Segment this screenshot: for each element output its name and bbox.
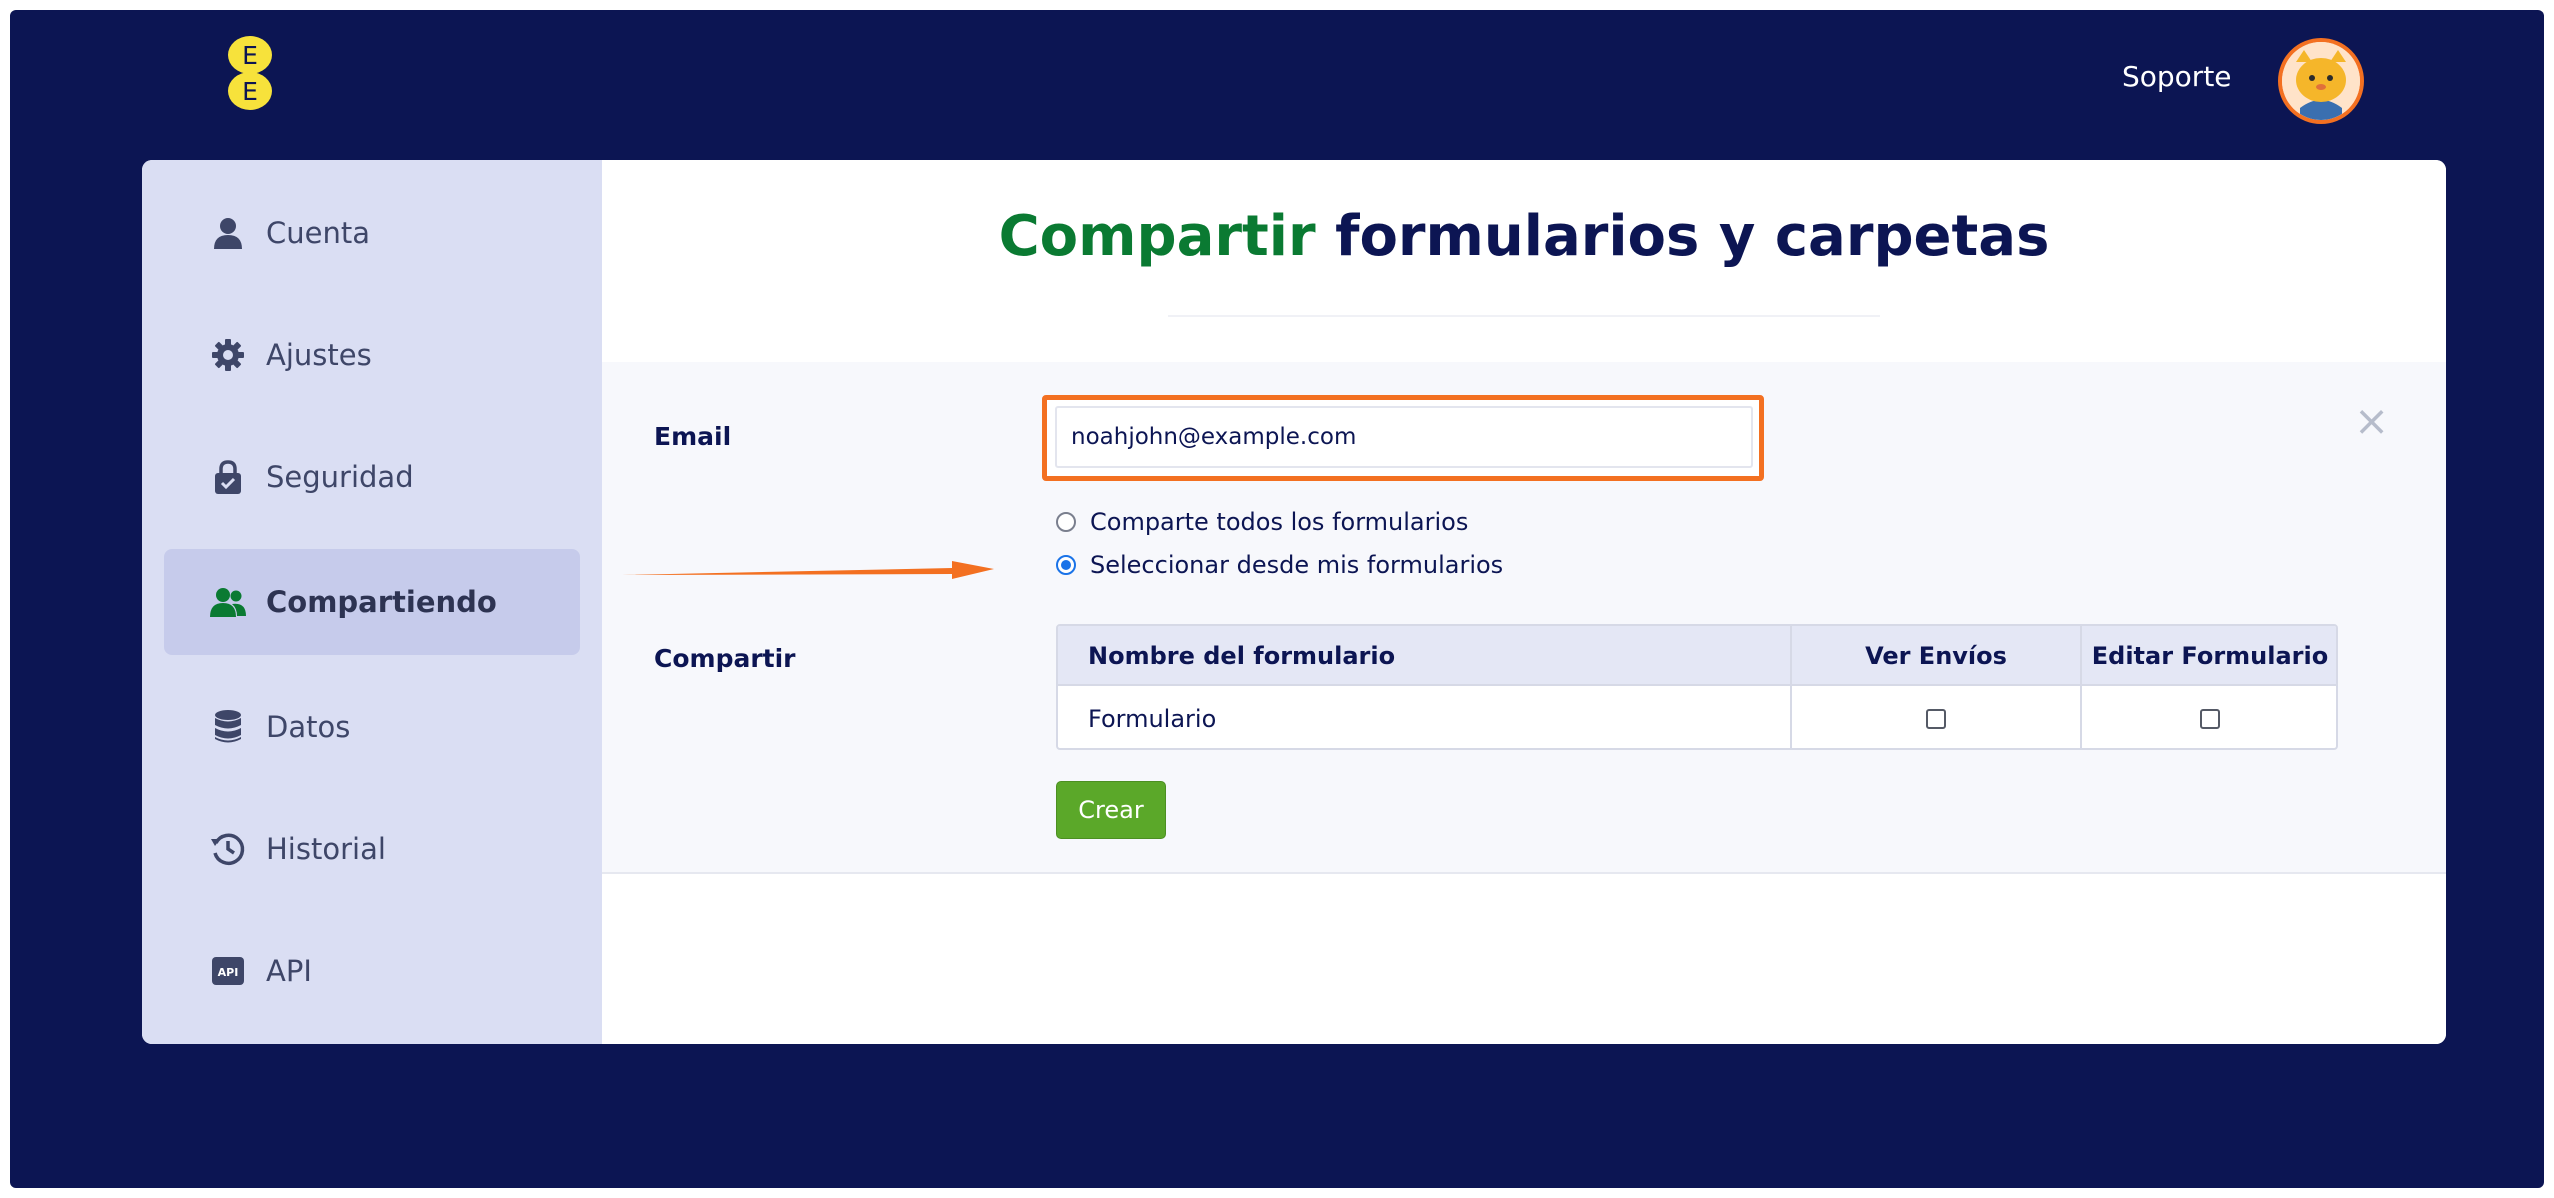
sidebar-item-label: Historial — [266, 832, 386, 866]
support-link[interactable]: Soporte — [2122, 60, 2232, 93]
sidebar-item-label: Compartiendo — [266, 585, 497, 619]
view-submissions-checkbox[interactable] — [1926, 709, 1946, 729]
sidebar-item-label: API — [266, 954, 312, 988]
sidebar-item-ajustes[interactable]: Ajustes — [164, 302, 580, 408]
edit-form-checkbox[interactable] — [2200, 709, 2220, 729]
cat-avatar-icon — [2282, 42, 2360, 120]
sidebar-item-label: Ajustes — [266, 338, 372, 372]
sidebar-item-label: Cuenta — [266, 216, 370, 250]
email-field[interactable] — [1055, 406, 1753, 468]
share-label: Compartir — [654, 644, 796, 673]
user-icon — [210, 215, 246, 251]
radio-share-all[interactable]: Comparte todos los formularios — [1056, 508, 1468, 536]
forms-table: Nombre del formulario Ver Envíos Editar … — [1056, 624, 2338, 750]
gear-icon — [210, 337, 246, 373]
view-submissions-cell — [1792, 688, 2080, 748]
column-header-view-submissions: Ver Envíos — [1865, 642, 2007, 670]
app-background: E E Soporte Cuenta Ajustes Seguridad Com… — [10, 10, 2544, 1188]
radio-button-select-forms[interactable] — [1056, 555, 1076, 575]
table-header-row: Nombre del formulario Ver Envíos Editar … — [1058, 626, 2336, 686]
users-icon — [210, 584, 246, 620]
email-highlight-box — [1042, 395, 1764, 481]
sidebar-item-datos[interactable]: Datos — [164, 674, 580, 780]
email-label: Email — [654, 422, 732, 451]
share-form: Email × Comparte todos los formularios S… — [602, 362, 2446, 874]
svg-text:API: API — [218, 966, 239, 979]
logo-letter-top: E — [228, 36, 272, 74]
sidebar-item-api[interactable]: API API — [164, 918, 580, 1024]
sidebar-item-label: Seguridad — [266, 460, 414, 494]
column-header-form-name: Nombre del formulario — [1088, 642, 1396, 670]
page-title-rest: formularios y carpetas — [1315, 204, 2050, 269]
ee-logo[interactable]: E E — [228, 36, 272, 110]
radio-select-forms[interactable]: Seleccionar desde mis formularios — [1056, 551, 1503, 579]
sidebar-item-label: Datos — [266, 710, 351, 744]
orange-arrow-icon — [622, 561, 994, 579]
api-icon: API — [210, 953, 246, 989]
sidebar-item-compartiendo[interactable]: Compartiendo — [164, 549, 580, 655]
database-icon — [210, 709, 246, 745]
lock-icon — [210, 459, 246, 495]
settings-card: Cuenta Ajustes Seguridad Compartiendo Da… — [142, 160, 2446, 1044]
main-content: Compartir formularios y carpetas Email ×… — [602, 160, 2446, 1044]
radio-label: Seleccionar desde mis formularios — [1090, 551, 1504, 579]
form-name-cell: Formulario — [1088, 705, 1217, 733]
page-title-accent: Compartir — [998, 204, 1316, 269]
column-header-edit-form: Editar Formulario — [2091, 642, 2329, 670]
close-icon[interactable]: × — [2354, 400, 2389, 442]
logo-letter-bottom: E — [228, 72, 272, 110]
edit-form-cell — [2082, 688, 2336, 748]
sidebar: Cuenta Ajustes Seguridad Compartiendo Da… — [142, 160, 602, 1044]
sidebar-item-historial[interactable]: Historial — [164, 796, 580, 902]
create-button[interactable]: Crear — [1056, 781, 1166, 839]
title-divider — [1168, 315, 1880, 317]
history-icon — [210, 831, 246, 867]
table-row: Formulario — [1058, 688, 2336, 748]
avatar[interactable] — [2278, 38, 2364, 124]
sidebar-item-seguridad[interactable]: Seguridad — [164, 424, 580, 530]
radio-button-share-all[interactable] — [1056, 512, 1076, 532]
page-title: Compartir formularios y carpetas — [602, 204, 2446, 269]
sidebar-item-cuenta[interactable]: Cuenta — [164, 180, 580, 286]
radio-label: Comparte todos los formularios — [1090, 508, 1469, 536]
